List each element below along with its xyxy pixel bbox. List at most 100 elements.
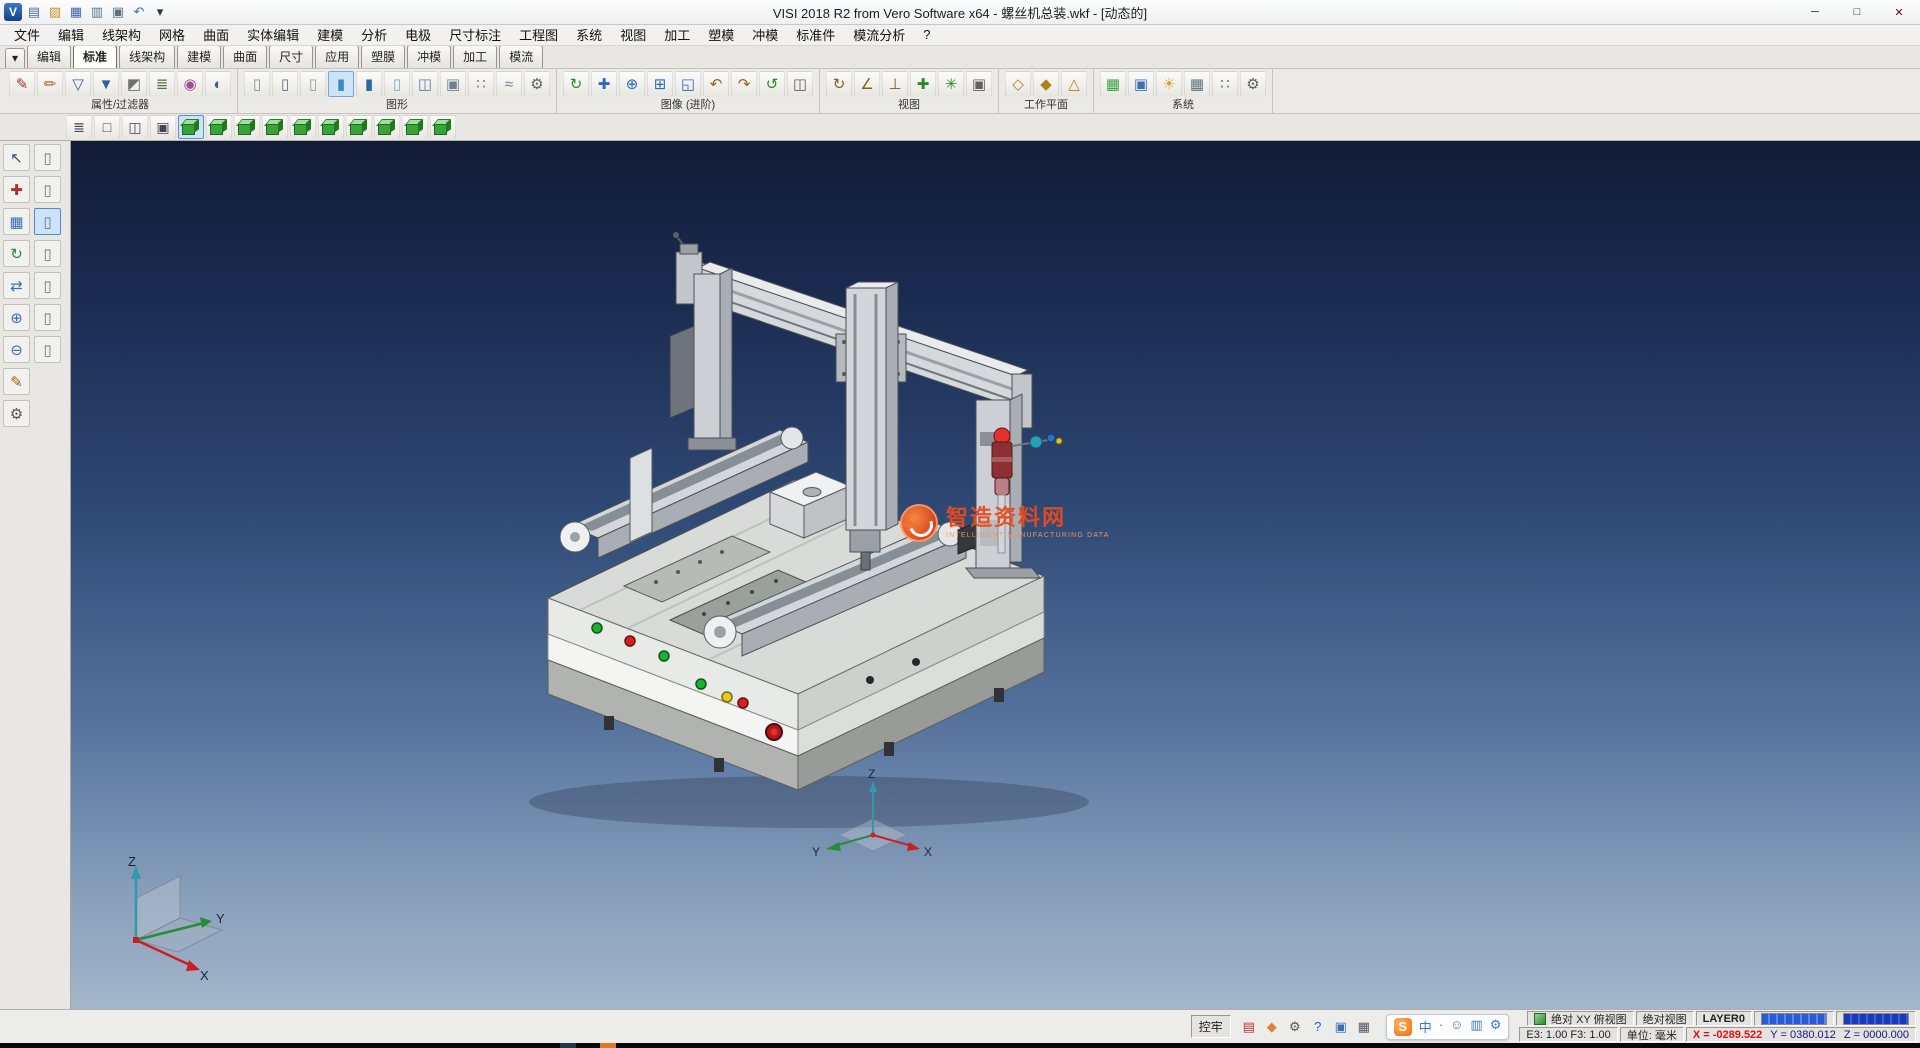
hidden-line-icon[interactable]: ▯	[272, 71, 298, 97]
attribute-brush-icon[interactable]: ✏	[37, 71, 63, 97]
workplane-custom-icon[interactable]: △	[1061, 71, 1087, 97]
refresh-view-icon[interactable]: ↺	[759, 71, 785, 97]
view-cube-right-icon[interactable]	[262, 115, 288, 139]
curve-display-icon[interactable]: ≈	[496, 71, 522, 97]
dynamic-rotate-icon[interactable]: ↻	[563, 71, 589, 97]
zoom-extents-icon[interactable]: ◱	[675, 71, 701, 97]
help-icon[interactable]: ?	[1308, 1017, 1328, 1037]
view-rotate-icon[interactable]: ↻	[826, 71, 852, 97]
view-cube-left-icon[interactable]	[290, 115, 316, 139]
print-preview-icon[interactable]: ▣	[109, 3, 127, 21]
view-align-icon[interactable]: ∠	[854, 71, 880, 97]
menu-item-electrode[interactable]: 电极	[396, 23, 440, 46]
menu-item-help[interactable]: ?	[914, 25, 939, 44]
transparency-icon[interactable]: ▯	[384, 71, 410, 97]
workplane-align-icon[interactable]: ◆	[1033, 71, 1059, 97]
dynamic-pan-icon[interactable]: ✚	[591, 71, 617, 97]
zoom-out-icon[interactable]: ⊖	[3, 336, 30, 363]
bounding-box-icon[interactable]: ▣	[440, 71, 466, 97]
menu-item-solid-edit[interactable]: 实体编辑	[238, 23, 308, 46]
tab-machining[interactable]: 加工	[453, 45, 497, 68]
dynamic-zoom-icon[interactable]: ⊕	[619, 71, 645, 97]
view-cube-bottom-icon[interactable]	[346, 115, 372, 139]
menu-item-dimensioning[interactable]: 尺寸标注	[440, 23, 510, 46]
undo-icon[interactable]: ↶	[130, 3, 148, 21]
probe-tool-icon[interactable]: ▯	[34, 272, 61, 299]
3d-viewport[interactable]: Z X Y Z Y X 智造资料网 INTELLIGENT MANUFACTUR…	[64, 140, 1920, 1010]
units-indicator[interactable]: 单位: 毫米	[1620, 1027, 1684, 1042]
ime-keyboard-icon[interactable]: ▥	[1470, 1017, 1482, 1036]
menu-item-modeling[interactable]: 建模	[308, 23, 352, 46]
new-document-icon[interactable]: ▤	[25, 3, 43, 21]
tab-edit[interactable]: 编辑	[27, 45, 71, 68]
gauge-tool-icon[interactable]: ▯	[34, 304, 61, 331]
open-file-icon[interactable]: ▨	[46, 3, 64, 21]
measure-icon[interactable]: ✚	[910, 71, 936, 97]
wireframe-display-icon[interactable]: ▯	[244, 71, 270, 97]
color-picker-icon[interactable]: ◉	[177, 71, 203, 97]
menu-item-surface[interactable]: 曲面	[194, 23, 238, 46]
tab-standard[interactable]: 标准	[73, 45, 117, 68]
tab-die[interactable]: 冲模	[407, 45, 451, 68]
shaded-edges-icon[interactable]: ▮	[356, 71, 382, 97]
view-cube-iso-sw-icon[interactable]	[402, 115, 428, 139]
sogou-ime-icon[interactable]: S	[1394, 1018, 1412, 1036]
measure-tool-icon[interactable]: ▯	[34, 208, 61, 235]
menu-item-file[interactable]: 文件	[5, 23, 49, 46]
render-settings-icon[interactable]: ⚙	[524, 71, 550, 97]
view-cube-top-icon[interactable]	[206, 115, 232, 139]
section-view-icon[interactable]: ◫	[412, 71, 438, 97]
minimize-button[interactable]: ─	[1794, 1, 1836, 24]
tab-mould[interactable]: 塑膜	[361, 45, 405, 68]
clipboard-tool-icon[interactable]: ▯	[34, 144, 61, 171]
gear-icon[interactable]: ⚙	[1285, 1017, 1305, 1037]
workplane-indicator[interactable]: 绝对 XY 俯视图	[1527, 1011, 1634, 1026]
system-settings-icon[interactable]: ⚙	[1240, 71, 1266, 97]
snap-point-icon[interactable]: ✚	[3, 176, 30, 203]
tab-tab-dropdown[interactable]: ▾	[5, 48, 25, 68]
gantry-left-upright[interactable]	[688, 268, 736, 450]
annotate-icon[interactable]: ✎	[3, 368, 30, 395]
zoom-window-icon[interactable]: ⊞	[647, 71, 673, 97]
view-cube-dimetric-icon[interactable]	[430, 115, 456, 139]
menu-item-wireframe[interactable]: 线架构	[93, 23, 150, 46]
visibility-icon[interactable]: ◐	[205, 71, 231, 97]
zoom-in-icon[interactable]: ⊕	[3, 304, 30, 331]
filter-icon[interactable]: ▽	[65, 71, 91, 97]
view-cube-back-icon[interactable]	[318, 115, 344, 139]
light-settings-icon[interactable]: ☀	[1156, 71, 1182, 97]
visi-logo[interactable]: V	[4, 3, 22, 21]
rotate-view-icon[interactable]: ↻	[3, 240, 30, 267]
menu-item-drafting[interactable]: 工程图	[510, 23, 567, 46]
menu-item-system[interactable]: 系统	[567, 23, 611, 46]
workplane-xy-icon[interactable]: ◇	[1005, 71, 1031, 97]
menu-item-flow-analysis[interactable]: 模流分析	[844, 23, 914, 46]
tab-modeling[interactable]: 建模	[177, 45, 221, 68]
active-layer-indicator[interactable]: LAYER0	[1696, 1011, 1752, 1026]
menu-item-standard-parts[interactable]: 标准件	[787, 23, 844, 46]
color-table-icon[interactable]: ▦	[1100, 71, 1126, 97]
screen-capture-icon[interactable]: ▣	[1128, 71, 1154, 97]
ime-punct-icon[interactable]: ·	[1439, 1017, 1443, 1036]
menu-item-edit[interactable]: 编辑	[49, 23, 93, 46]
select-arrow-icon[interactable]: ↖	[3, 144, 30, 171]
camera-icon[interactable]: ▣	[966, 71, 992, 97]
monitor-icon[interactable]: ▣	[1331, 1017, 1351, 1037]
toolbar-options-arrow[interactable]: ▾	[151, 3, 169, 21]
view-cube-iso-ne-icon[interactable]	[374, 115, 400, 139]
tab-dimension[interactable]: 尺寸	[269, 45, 313, 68]
cylinder-tool-icon[interactable]: ▯	[34, 176, 61, 203]
grid-snap-icon[interactable]: ▦	[3, 208, 30, 235]
print-icon[interactable]: ▥	[88, 3, 106, 21]
point-display-icon[interactable]: ∷	[468, 71, 494, 97]
memo-tool-icon[interactable]: ▯	[34, 336, 61, 363]
menu-item-die[interactable]: 冲模	[743, 23, 787, 46]
next-view-icon[interactable]: ↷	[731, 71, 757, 97]
view-cube-iso-icon[interactable]	[178, 115, 204, 139]
single-viewport-icon[interactable]: □	[94, 115, 120, 139]
close-button[interactable]: ✕	[1878, 1, 1920, 24]
tab-flow[interactable]: 模流	[499, 45, 543, 68]
options-icon[interactable]: ⚙	[3, 400, 30, 427]
battery-tool-icon[interactable]: ▯	[34, 240, 61, 267]
view-mode-indicator[interactable]: 绝对视图	[1636, 1011, 1694, 1026]
